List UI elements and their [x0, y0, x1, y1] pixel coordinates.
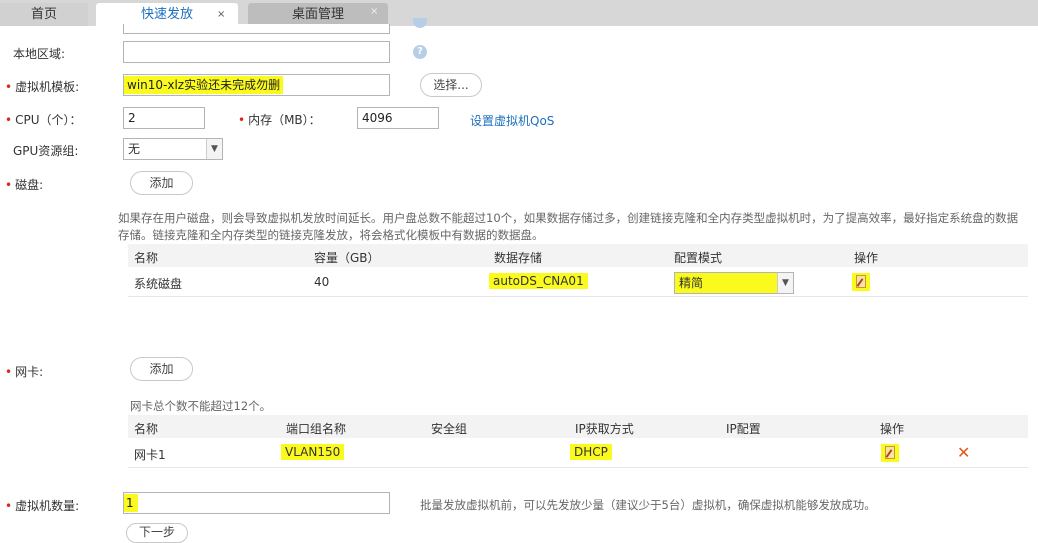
- question-circle-icon[interactable]: ?: [413, 45, 427, 59]
- tab-bar: 首页 快速发放 × 桌面管理 ×: [0, 0, 1038, 26]
- table-row: 系统磁盘 40 autoDS_CNA01 精简 ▼: [128, 267, 1028, 297]
- datastore-value[interactable]: autoDS_CNA01: [489, 273, 588, 289]
- add-nic-button[interactable]: 添加: [130, 357, 193, 381]
- close-icon[interactable]: ×: [217, 3, 225, 26]
- gpu-group-select[interactable]: 无 ▼: [123, 138, 223, 160]
- close-icon[interactable]: ×: [370, 0, 378, 23]
- tab-desktop-management[interactable]: 桌面管理 ×: [248, 3, 388, 26]
- ip-mode-value[interactable]: DHCP: [570, 444, 612, 460]
- disk-note: 如果存在用户磁盘，则会导致虚拟机发放时间延长。用户盘总数不能超过10个，如果数据…: [118, 211, 1019, 242]
- chevron-down-icon: ▼: [206, 139, 222, 159]
- question-circle-icon[interactable]: [413, 18, 427, 28]
- memory-input[interactable]: 4096: [357, 107, 439, 129]
- gpu-group-label: GPU资源组:: [13, 144, 79, 158]
- select-template-button[interactable]: 选择...: [420, 73, 482, 97]
- vm-template-label: • 虚拟机模板:: [5, 80, 80, 94]
- config-mode-select[interactable]: 精简 ▼: [674, 272, 794, 294]
- cpu-input[interactable]: 2: [123, 107, 205, 129]
- edit-doc-icon[interactable]: [852, 273, 870, 291]
- local-area-input[interactable]: [123, 41, 390, 63]
- local-area-label: 本地区域:: [13, 47, 66, 61]
- port-group-value[interactable]: VLAN150: [281, 444, 345, 460]
- nic-note: 网卡总个数不能超过12个。: [130, 399, 272, 413]
- disk-label: • 磁盘:: [5, 178, 44, 192]
- edit-doc-icon[interactable]: [881, 444, 899, 462]
- tab-quick-provision[interactable]: 快速发放 ×: [96, 3, 238, 26]
- add-disk-button[interactable]: 添加: [130, 171, 193, 195]
- vm-count-label: • 虚拟机数量:: [5, 499, 80, 513]
- next-button[interactable]: 下一步: [126, 523, 188, 543]
- table-row: 网卡1 VLAN150 DHCP ✕: [128, 438, 1028, 468]
- vm-template-input[interactable]: win10-xlz实验还未完成勿删: [123, 74, 390, 96]
- cpu-label: • CPU（个）：: [5, 113, 82, 127]
- vm-qos-link[interactable]: 设置虚拟机QoS: [470, 112, 554, 129]
- memory-label: • 内存（MB）：: [238, 113, 321, 127]
- nic-label: • 网卡:: [5, 365, 44, 379]
- hidden-field[interactable]: [123, 24, 390, 34]
- x-delete-icon[interactable]: ✕: [957, 445, 970, 461]
- tab-home[interactable]: 首页: [0, 3, 88, 26]
- chevron-down-icon: ▼: [777, 273, 793, 293]
- vm-count-input[interactable]: 1: [123, 492, 390, 514]
- vm-count-hint: 批量发放虚拟机前，可以先发放少量（建议少于5台）虚拟机，确保虚拟机能够发放成功。: [420, 498, 876, 512]
